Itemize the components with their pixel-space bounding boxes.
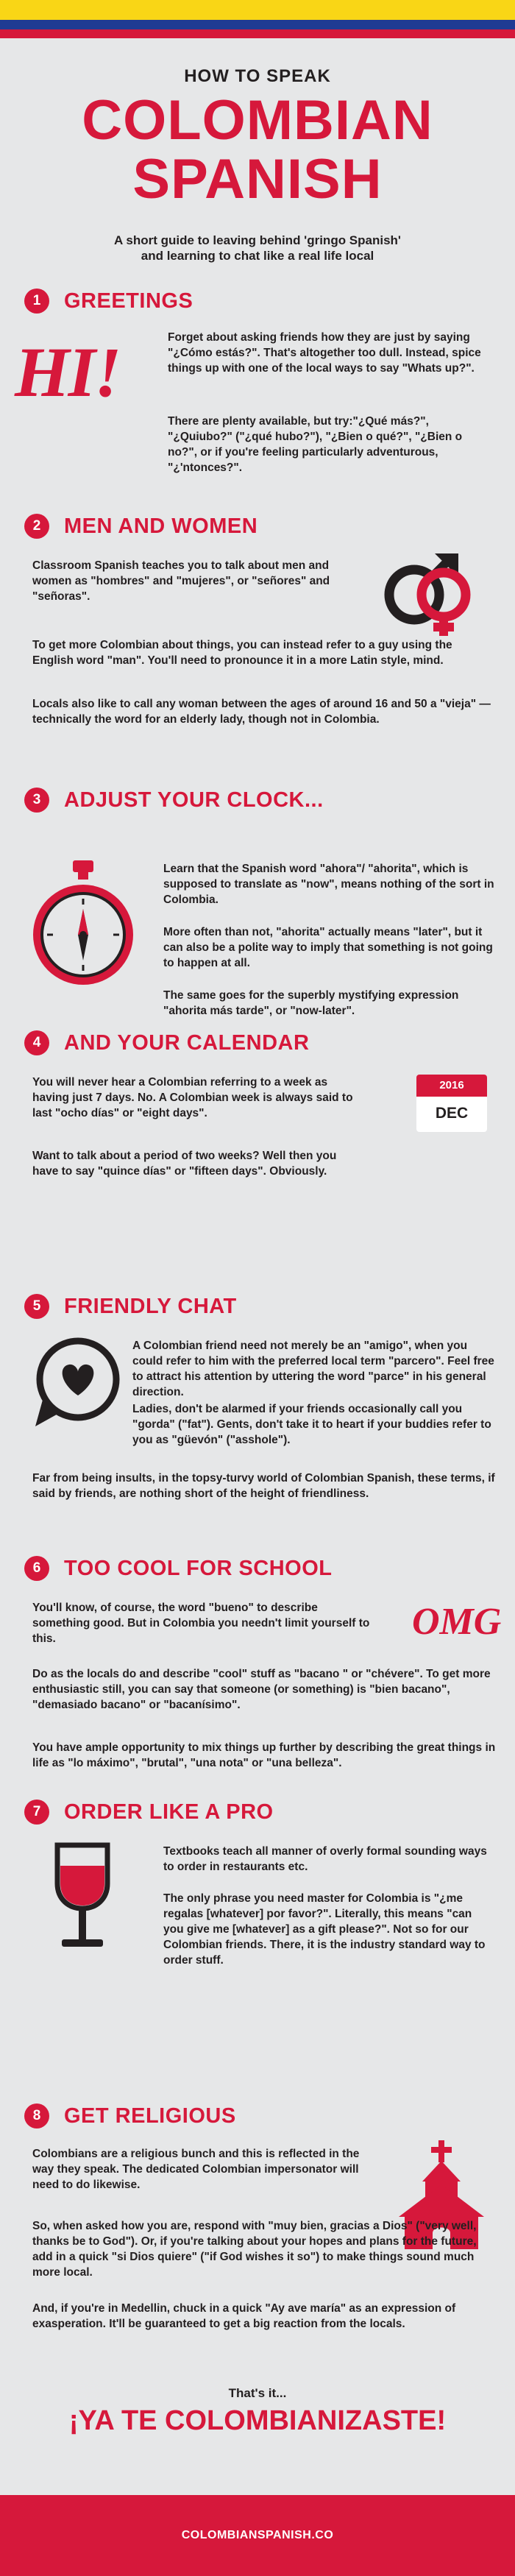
paragraph: A Colombian friend need not merely be an… <box>132 1340 494 1398</box>
closing-thats-it: That's it... <box>228 2386 287 2400</box>
paragraph: Forget about asking friends how they are… <box>168 331 481 375</box>
section-title: TOO COOL FOR SCHOOL <box>64 1556 333 1580</box>
stopwatch-icon <box>28 857 138 994</box>
paragraph: Locals also like to call any woman betwe… <box>32 698 491 726</box>
page-title-line1: COLOMBIAN <box>82 89 433 152</box>
paragraph: To get more Colombian about things, you … <box>32 639 452 667</box>
section-order-like-a-pro: 7 ORDER LIKE A PRO Textbooks teach all m… <box>0 1800 515 2020</box>
page-header: HOW TO SPEAK COLOMBIAN SPANISH A short g… <box>0 38 515 263</box>
section-heading: 2 MEN AND WOMEN <box>24 514 258 539</box>
section-heading: 3 ADJUST YOUR CLOCK... <box>24 788 324 813</box>
footer: COLOMBIANSPANISH.CO <box>0 2495 515 2576</box>
section-and-your-calendar: 4 AND YOUR CALENDAR You will never hear … <box>0 1030 515 1236</box>
closing-headline: ¡YA TE COLOMBIANIZASTE! <box>68 2405 447 2436</box>
chat-heart-icon <box>29 1335 125 1434</box>
paragraph: Learn that the Spanish word "ahora"/ "ah… <box>163 863 494 906</box>
paragraph: So, when asked how you are, respond with… <box>32 2220 477 2279</box>
gender-icon <box>372 549 488 641</box>
intro-line2: and learning to chat like a real life lo… <box>141 249 374 263</box>
paragraph: Want to talk about a period of two weeks… <box>32 1150 337 1178</box>
section-number: 8 <box>24 2103 49 2129</box>
section-number: 5 <box>24 1294 49 1319</box>
section-friendly-chat: 5 FRIENDLY CHAT A Colombian friend need … <box>0 1294 515 1574</box>
section-title: AND YOUR CALENDAR <box>64 1030 310 1055</box>
section-heading: 4 AND YOUR CALENDAR <box>24 1030 309 1055</box>
section-heading: 7 ORDER LIKE A PRO <box>24 1800 274 1825</box>
section-title: ADJUST YOUR CLOCK... <box>64 788 324 812</box>
section-title: FRIENDLY CHAT <box>64 1294 237 1318</box>
header-kicker: HOW TO SPEAK <box>184 66 331 86</box>
wine-glass-icon <box>46 1841 119 1955</box>
section-adjust-your-clock: 3 ADJUST YOUR CLOCK... Learn that the Sp… <box>0 788 515 1052</box>
paragraph: Textbooks teach all manner of overly for… <box>163 1845 487 1873</box>
paragraph: The same goes for the superbly mystifyin… <box>163 989 459 1017</box>
flag-yellow-band <box>0 0 515 20</box>
section-get-religious: 8 GET RELIGIOUS Colombians are a religio… <box>0 2103 515 2383</box>
paragraph: And, if you're in Medellin, chuck in a q… <box>32 2302 456 2330</box>
calendar-year: 2016 <box>416 1075 487 1097</box>
section-number: 4 <box>24 1030 49 1055</box>
section-number: 1 <box>24 289 49 314</box>
section-heading: 8 GET RELIGIOUS <box>24 2103 236 2129</box>
flag-red-band <box>0 29 515 38</box>
paragraph: You'll know, of course, the word "bueno"… <box>32 1602 370 1645</box>
omg-text: OMG <box>412 1601 502 1643</box>
flag-blue-band <box>0 20 515 29</box>
intro-text: A short guide to leaving behind 'gringo … <box>0 233 515 263</box>
section-greetings: 1 GREETINGS HI! Forget about asking frie… <box>0 280 515 523</box>
calendar-icon: 2016 DEC <box>416 1075 487 1132</box>
paragraph: Far from being insults, in the topsy-tur… <box>32 1472 495 1500</box>
paragraph: Ladies, don't be alarmed if your friends… <box>132 1403 491 1446</box>
section-title: ORDER LIKE A PRO <box>64 1800 274 1824</box>
footer-site-link[interactable]: COLOMBIANSPANISH.CO <box>182 2529 334 2542</box>
paragraph: You will never hear a Colombian referrin… <box>32 1076 353 1119</box>
section-number: 3 <box>24 788 49 813</box>
section-heading: 6 TOO COOL FOR SCHOOL <box>24 1556 333 1581</box>
section-title: MEN AND WOMEN <box>64 514 258 538</box>
paragraph: You have ample opportunity to mix things… <box>32 1741 496 1769</box>
paragraph: Classroom Spanish teaches you to talk ab… <box>32 559 330 603</box>
section-number: 7 <box>24 1800 49 1825</box>
hi-text: HI! <box>15 333 121 411</box>
section-number: 6 <box>24 1556 49 1581</box>
paragraph: The only phrase you need master for Colo… <box>163 1892 486 1967</box>
paragraph: More often than not, "ahorita" actually … <box>163 926 493 969</box>
calendar-month: DEC <box>435 1105 469 1122</box>
section-title: GREETINGS <box>64 289 193 313</box>
section-number: 2 <box>24 514 49 539</box>
page-title-line2: SPANISH <box>132 148 383 210</box>
colombian-flag-stripe <box>0 0 515 38</box>
section-heading: 1 GREETINGS <box>24 289 193 314</box>
paragraph: Do as the locals do and describe "cool" … <box>32 1668 491 1711</box>
paragraph: There are plenty available, but try:"¿Qu… <box>168 415 463 474</box>
section-men-and-women: 2 MEN AND WOMEN Classroom Spanish teache… <box>0 514 515 786</box>
section-heading: 5 FRIENDLY CHAT <box>24 1294 237 1319</box>
paragraph: Colombians are a religious bunch and thi… <box>32 2148 360 2191</box>
section-title: GET RELIGIOUS <box>64 2103 236 2128</box>
intro-line1: A short guide to leaving behind 'gringo … <box>114 233 401 247</box>
